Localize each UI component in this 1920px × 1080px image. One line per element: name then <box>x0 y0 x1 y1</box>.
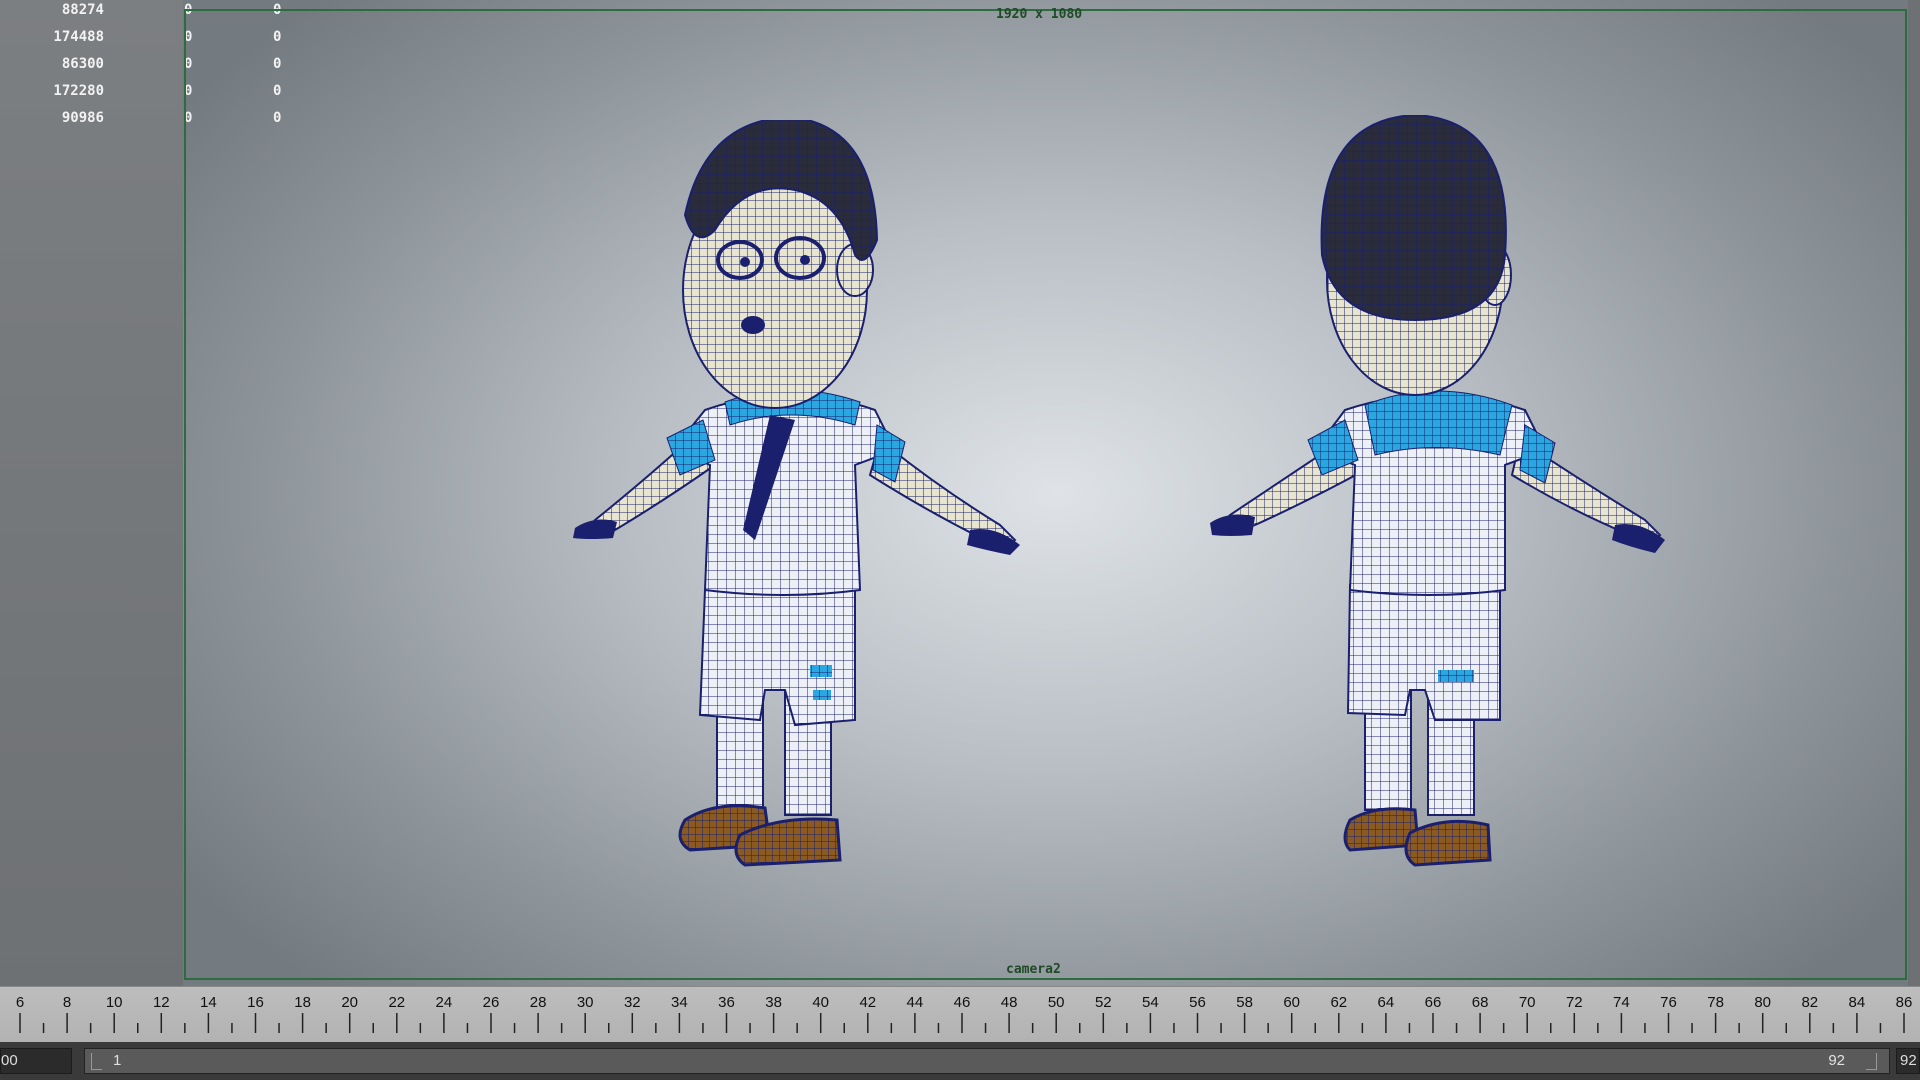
hud-count-value: 174488 <box>53 29 104 45</box>
timeline-tick-label: 68 <box>1471 994 1489 1011</box>
timeline-tick-label: 64 <box>1377 994 1395 1011</box>
timeline-tick-label: 12 <box>152 994 170 1011</box>
range-slider-bar: 00 1 92 92 <box>0 1042 1920 1080</box>
timeline-tick-label: 28 <box>529 994 547 1011</box>
range-slider-max-label: 92 <box>1828 1052 1845 1069</box>
timeline-tick-label: 50 <box>1047 994 1065 1011</box>
timeline-tick-label: 30 <box>576 994 594 1011</box>
timeline-tick-label: 22 <box>388 994 406 1011</box>
hud-count-value: 86300 <box>61 56 104 72</box>
gate-resolution-label: 1920 x 1080 <box>996 7 1083 22</box>
range-handle-left[interactable] <box>91 1053 102 1070</box>
timeline-tick-label: 52 <box>1094 994 1112 1011</box>
hud-count-value: 88274 <box>61 2 104 18</box>
timeline-tick-label: 84 <box>1848 994 1866 1011</box>
timeline-tick-label: 66 <box>1424 994 1442 1011</box>
range-slider-min-label: 1 <box>113 1052 122 1069</box>
timeline-tick-label: 16 <box>247 994 264 1011</box>
timeline-tick-label: 20 <box>341 994 359 1011</box>
timeline-tick-label: 82 <box>1801 994 1819 1011</box>
range-start-field[interactable]: 00 <box>0 1048 72 1074</box>
hud-count-value: 172280 <box>53 83 104 99</box>
timeline-tick-label: 24 <box>435 994 453 1011</box>
timeline-tick-label: 18 <box>294 994 311 1011</box>
timeline-tick-label: 62 <box>1330 994 1348 1011</box>
timeline-tick-label: 56 <box>1189 994 1206 1011</box>
time-slider[interactable]: 6 8 10 12 14 16 18 20 22 24 26 28 30 32 34 36 38 40 42 44 46… <box>0 986 1920 1043</box>
timeline-tick-label: 72 <box>1565 994 1583 1011</box>
range-end-field[interactable]: 92 <box>1896 1048 1920 1074</box>
hud-count-value: 90986 <box>61 110 104 126</box>
timeline-tick-label: 32 <box>623 994 641 1011</box>
viewport-panel[interactable]: 88274 0 0 174488 0 0 86300 0 0 172280 0 0 90986 0 0 19… <box>0 0 1920 986</box>
timeline-tick-label: 26 <box>482 994 500 1011</box>
timeline-tick-label: 70 <box>1518 994 1536 1011</box>
timeline-tick-label: 6 <box>15 994 25 1011</box>
timeline-tick-label: 14 <box>200 994 217 1011</box>
timeline-tick-label: 40 <box>812 994 830 1011</box>
resolution-gate <box>184 9 1907 980</box>
gate-mask-right <box>1908 0 1920 986</box>
timeline-tick-label: 34 <box>671 994 688 1011</box>
timeline-tick-label: 36 <box>718 994 735 1011</box>
timeline-tick-label: 74 <box>1613 994 1630 1011</box>
timeline-tick-label: 76 <box>1660 994 1677 1011</box>
maya-window: 88274 0 0 174488 0 0 86300 0 0 172280 0 0 90986 0 0 19… <box>0 0 1920 1080</box>
timeline-tick-label: 58 <box>1236 994 1253 1011</box>
timeline-tick-label: 10 <box>105 994 123 1011</box>
timeline-tick-label: 80 <box>1754 994 1772 1011</box>
range-slider[interactable]: 1 92 <box>84 1048 1890 1074</box>
camera-name-label: camera2 <box>1006 962 1061 977</box>
timeline-tick-label: 48 <box>1000 994 1018 1011</box>
timeline-tick-label: 42 <box>859 994 877 1011</box>
timeline-tick-label: 60 <box>1283 994 1301 1011</box>
timeline-tick-label: 38 <box>765 994 782 1011</box>
range-handle-right[interactable] <box>1866 1053 1877 1070</box>
gate-mask-left <box>0 0 183 986</box>
timeline-tick-label: 44 <box>906 994 924 1011</box>
timeline-tick-label: 8 <box>62 994 72 1011</box>
timeline-tick-label: 54 <box>1142 994 1159 1011</box>
timeline-tick-label: 86 <box>1895 994 1913 1011</box>
timeline-tick-label: 46 <box>953 994 971 1011</box>
timeline-tick-label: 78 <box>1707 994 1724 1011</box>
